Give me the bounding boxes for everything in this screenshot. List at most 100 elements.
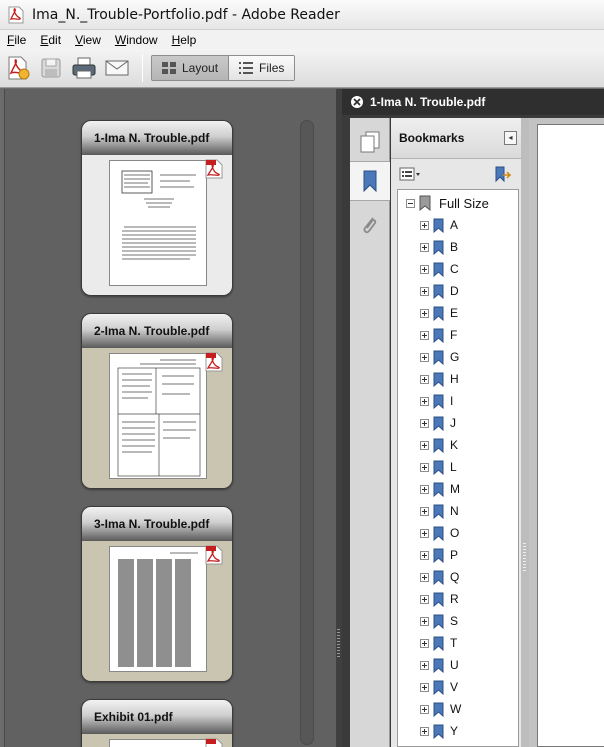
bookmark-icon	[433, 504, 444, 519]
bookmark-item-b[interactable]: B	[420, 236, 458, 258]
close-icon[interactable]	[350, 95, 364, 109]
portfolio-scrollbar[interactable]	[300, 120, 314, 745]
bookmark-item-c[interactable]: C	[420, 258, 459, 280]
portfolio-card-4[interactable]: Exhibit 01.pdf	[81, 699, 233, 747]
pages-panel-button[interactable]	[350, 122, 390, 162]
bookmark-root[interactable]: Full Size	[406, 192, 489, 214]
expand-icon[interactable]	[420, 550, 429, 560]
options-icon	[399, 167, 420, 181]
bookmark-item-y[interactable]: Y	[420, 720, 458, 742]
bookmark-gray-icon	[419, 195, 431, 211]
bookmark-item-r[interactable]: R	[420, 588, 459, 610]
expand-icon[interactable]	[420, 594, 429, 604]
bookmark-item-k[interactable]: K	[420, 434, 458, 456]
expand-icon[interactable]	[420, 242, 429, 252]
bookmark-icon	[433, 636, 444, 651]
expand-icon[interactable]	[420, 286, 429, 296]
list-icon	[239, 62, 254, 74]
expand-icon[interactable]	[420, 682, 429, 692]
bookmark-item-h[interactable]: H	[420, 368, 459, 390]
bookmark-icon	[433, 284, 444, 299]
expand-icon[interactable]	[420, 264, 429, 274]
bookmark-arrow-icon	[495, 166, 512, 183]
bookmark-item-w[interactable]: W	[420, 698, 461, 720]
card-title: 1-Ima N. Trouble.pdf	[82, 121, 232, 155]
layout-button[interactable]: Layout	[152, 56, 230, 80]
bookmark-icon	[433, 372, 444, 387]
bookmark-icon	[433, 262, 444, 277]
card-title: Exhibit 01.pdf	[82, 700, 232, 734]
email-icon	[105, 60, 129, 76]
bookmark-icon	[433, 416, 444, 431]
bookmark-item-i[interactable]: I	[420, 390, 453, 412]
bookmark-icon	[433, 306, 444, 321]
pdf-file-icon	[205, 738, 223, 747]
bookmark-item-e[interactable]: E	[420, 302, 458, 324]
expand-icon[interactable]	[420, 418, 429, 428]
bookmark-item-a[interactable]: A	[420, 214, 458, 236]
bookmark-item-v[interactable]: V	[420, 676, 458, 698]
bookmark-item-u[interactable]: U	[420, 654, 459, 676]
create-pdf-button[interactable]	[3, 53, 33, 83]
expand-icon[interactable]	[420, 506, 429, 516]
bookmark-item-s[interactable]: S	[420, 610, 458, 632]
menu-help[interactable]: Help	[172, 33, 197, 47]
email-button[interactable]	[102, 53, 132, 83]
bookmark-item-q[interactable]: Q	[420, 566, 459, 588]
portfolio-card-3[interactable]: 3-Ima N. Trouble.pdf	[81, 506, 233, 682]
bookmark-item-g[interactable]: G	[420, 346, 459, 368]
expand-icon[interactable]	[420, 374, 429, 384]
bookmarks-panel-button[interactable]	[350, 161, 390, 201]
expand-icon[interactable]	[420, 220, 429, 230]
expand-icon[interactable]	[420, 616, 429, 626]
expand-icon[interactable]	[420, 440, 429, 450]
expand-bookmark-button[interactable]	[493, 166, 512, 187]
bookmark-item-d[interactable]: D	[420, 280, 459, 302]
expand-icon[interactable]	[420, 352, 429, 362]
menu-file[interactable]: File	[7, 33, 26, 47]
expand-icon[interactable]	[420, 572, 429, 582]
bookmark-item-o[interactable]: O	[420, 522, 459, 544]
bookmark-icon	[433, 680, 444, 695]
collapse-panel-button[interactable]: ◂	[504, 131, 517, 145]
bookmark-item-f[interactable]: F	[420, 324, 457, 346]
expand-icon[interactable]	[420, 484, 429, 494]
expand-icon[interactable]	[420, 396, 429, 406]
bookmark-icon	[433, 328, 444, 343]
expand-icon[interactable]	[420, 726, 429, 736]
menu-window[interactable]: Window	[115, 33, 158, 47]
menu-view[interactable]: View	[75, 33, 101, 47]
menu-edit[interactable]: Edit	[40, 33, 61, 47]
window-title: Ima_N._Trouble-Portfolio.pdf - Adobe Rea…	[32, 6, 340, 23]
card-title: 2-Ima N. Trouble.pdf	[82, 314, 232, 348]
expand-icon[interactable]	[420, 330, 429, 340]
pdf-app-icon	[8, 6, 24, 24]
bookmarks-header: Bookmarks ◂	[391, 118, 521, 159]
bookmark-item-n[interactable]: N	[420, 500, 459, 522]
portfolio-card-1[interactable]: 1-Ima N. Trouble.pdf	[81, 120, 233, 296]
bookmark-item-m[interactable]: M	[420, 478, 460, 500]
attachments-panel-button[interactable]	[350, 206, 390, 246]
portfolio-card-2[interactable]: 2-Ima N. Trouble.pdf	[81, 313, 233, 489]
print-button[interactable]	[69, 53, 99, 83]
bookmark-item-t[interactable]: T	[420, 632, 457, 654]
bookmark-icon	[433, 614, 444, 629]
bookmark-icon	[433, 570, 444, 585]
bookmark-item-l[interactable]: L	[420, 456, 457, 478]
save-button[interactable]	[36, 53, 66, 83]
collapse-icon[interactable]	[406, 198, 415, 208]
expand-icon[interactable]	[420, 704, 429, 714]
title-bar: Ima_N._Trouble-Portfolio.pdf - Adobe Rea…	[0, 0, 604, 30]
expand-icon[interactable]	[420, 660, 429, 670]
bookmark-item-j[interactable]: J	[420, 412, 456, 434]
pdf-file-icon	[205, 159, 223, 179]
files-button[interactable]: Files	[229, 56, 295, 80]
expand-icon[interactable]	[420, 462, 429, 472]
expand-icon[interactable]	[420, 528, 429, 538]
bookmark-item-p[interactable]: P	[420, 544, 458, 566]
expand-icon[interactable]	[420, 638, 429, 648]
bookmarks-resize-handle[interactable]	[521, 118, 529, 747]
expand-icon[interactable]	[420, 308, 429, 318]
options-menu-button[interactable]	[399, 166, 423, 182]
bookmark-icon	[433, 394, 444, 409]
